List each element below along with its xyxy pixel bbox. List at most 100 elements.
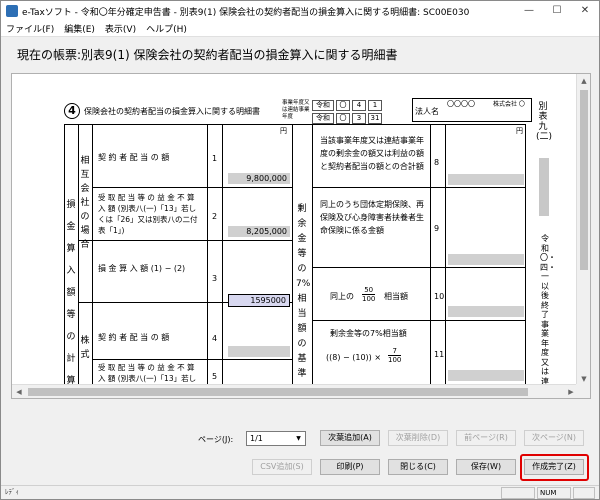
row8-value[interactable]	[448, 174, 524, 185]
print-button[interactable]: 印刷(P)	[320, 459, 380, 475]
mid-label: 剰余金等の7%相当額の基準による益金算入	[296, 204, 311, 394]
divider	[207, 124, 208, 386]
status-panel-1	[501, 487, 535, 499]
corp-name-box[interactable]: 法人名 〇〇〇〇 株式会社 〇	[412, 98, 532, 122]
next-page-button[interactable]: 次ページ(N)	[524, 430, 584, 446]
menu-help[interactable]: ヘルプ(H)	[141, 22, 192, 35]
status-num: NUM	[537, 487, 571, 499]
divider	[312, 187, 526, 188]
current-form-label: 現在の帳票:別表9(1) 保険会社の契約者配当の損金算入に関する明細書	[17, 48, 398, 62]
status-text: ﾚﾃﾞｨ	[5, 488, 19, 496]
row4-value[interactable]	[228, 346, 290, 357]
maximize-icon[interactable]: ☐	[543, 1, 571, 21]
row11-value[interactable]	[448, 370, 524, 381]
row2-label: 受 取 配 当 等 の 益 金 不 算 入 額 (別表八(一)「13」若しくは「…	[98, 193, 198, 235]
vertical-scroll-thumb[interactable]	[580, 90, 588, 270]
divider	[92, 359, 292, 360]
date2-year[interactable]: 〇	[336, 113, 350, 124]
divider	[222, 124, 223, 386]
row9-value[interactable]	[448, 254, 524, 265]
complete-button-highlight	[520, 454, 589, 481]
horizontal-scrollbar[interactable]: ◀ ▶	[12, 384, 578, 398]
save-button[interactable]: 保存(W)	[456, 459, 516, 475]
divider	[78, 240, 292, 241]
divider	[292, 124, 293, 386]
chevron-down-icon[interactable]: ▼	[293, 433, 304, 444]
menu-file[interactable]: ファイル(F)	[1, 22, 59, 35]
divider	[312, 267, 526, 268]
row5-num: 5	[212, 372, 218, 381]
minimize-icon[interactable]: —	[515, 1, 543, 21]
vertical-scrollbar[interactable]: ▲ ▼	[576, 74, 590, 386]
app-icon	[6, 5, 18, 17]
row3-num: 3	[212, 274, 218, 283]
csv-add-button[interactable]: CSV追加(S)	[252, 459, 312, 475]
date1-year[interactable]: 〇	[336, 100, 350, 111]
row3-label: 損 金 算 入 額 (1) − (2)	[98, 264, 186, 273]
corp-name: 〇〇〇〇	[447, 100, 475, 108]
side-grey-bar	[539, 158, 549, 216]
side-label: 別表九(二)	[536, 102, 553, 142]
scroll-up-icon[interactable]: ▲	[577, 74, 590, 88]
form-number: 4	[64, 103, 80, 119]
row10-num: 10	[434, 292, 445, 301]
title-bar: e-Taxソフト - 令和〇年分確定申告書 - 別表9(1) 保険会社の契約者配…	[1, 1, 599, 21]
current-form-header: 現在の帳票:別表9(1) 保険会社の契約者配当の損金算入に関する明細書	[1, 39, 599, 67]
page-label: ページ(J):	[198, 435, 234, 444]
date2-day[interactable]: 31	[368, 113, 382, 124]
close-icon[interactable]: ✕	[571, 1, 599, 21]
left-label-stock: 株式	[80, 336, 90, 360]
status-bar: ﾚﾃﾞｨ NUM	[1, 485, 599, 499]
row11-fraction: 7 100	[388, 347, 402, 364]
scroll-left-icon[interactable]: ◀	[12, 385, 26, 398]
row1-value[interactable]: 9,800,000	[228, 173, 290, 184]
row2-value[interactable]: 8,205,000	[228, 226, 290, 237]
date2-month[interactable]: 3	[352, 113, 366, 124]
divider	[92, 124, 93, 386]
row9-label: 同上のうち団体定期保険、再保険及び心身障害者扶養者生命保険に係る金額	[320, 200, 424, 235]
status-panel-3	[573, 487, 595, 499]
row10-label-after: 相当額	[384, 292, 408, 301]
delete-page-button[interactable]: 次葉削除(D)	[388, 430, 448, 446]
row8-label: 当該事業年度又は連結事業年度の剰余金の額又は利益の額と契約者配当の額との合計額	[320, 136, 424, 171]
left-label-mutual: 相互会社の場合	[80, 156, 90, 250]
app-window: e-Taxソフト - 令和〇年分確定申告書 - 別表9(1) 保険会社の契約者配…	[0, 0, 600, 500]
row3-value-input[interactable]: 1595000	[228, 294, 290, 307]
row1-num: 1	[212, 154, 218, 163]
row10-fraction: 50 100	[362, 286, 376, 303]
divider	[312, 124, 313, 386]
left-label-main: 損金算入額等の計算	[66, 200, 76, 386]
divider	[92, 187, 292, 188]
row11-num: 11	[434, 350, 445, 359]
row9-num: 9	[434, 224, 440, 233]
date1-month[interactable]: 4	[352, 100, 366, 111]
row1-label: 契 約 者 配 当 の 額	[98, 153, 170, 162]
form-document-area[interactable]: 4 保険会社の契約者配当の損金算入に関する明細書 事業年度又は連結事業年度 令和…	[11, 73, 591, 399]
corp-type: 株式会社 〇	[493, 101, 525, 108]
horizontal-scroll-thumb[interactable]	[28, 388, 528, 396]
yen-label-right: 円	[516, 127, 523, 135]
menu-bar: ファイル(F) 編集(E) 表示(V) ヘルプ(H)	[1, 21, 599, 37]
divider	[445, 124, 446, 386]
close-button[interactable]: 閉じる(C)	[388, 459, 448, 475]
divider	[312, 320, 526, 321]
row8-num: 8	[434, 158, 440, 167]
row11-formula: ((8) − (10)) ×	[326, 353, 382, 362]
menu-edit[interactable]: 編集(E)	[59, 22, 100, 35]
date2-era: 令和	[312, 113, 334, 124]
row10-value[interactable]	[448, 306, 524, 317]
scroll-corner	[576, 384, 590, 398]
row11-label: 剰余金等の7%相当額	[330, 329, 407, 338]
prev-page-button[interactable]: 前ページ(R)	[456, 430, 516, 446]
form-sheet: 4 保険会社の契約者配当の損金算入に関する明細書 事業年度又は連結事業年度 令和…	[12, 74, 578, 398]
date1-day[interactable]: 1	[368, 100, 382, 111]
page-select[interactable]: 1/1 ▼	[246, 431, 306, 446]
menu-view[interactable]: 表示(V)	[100, 22, 141, 35]
form-title: 保険会社の契約者配当の損金算入に関する明細書	[84, 107, 260, 116]
add-page-button[interactable]: 次葉追加(A)	[320, 430, 380, 446]
page-select-value: 1/1	[250, 434, 263, 443]
date1-era: 令和	[312, 100, 334, 111]
row11-frac-den: 100	[388, 356, 402, 364]
corp-label: 法人名	[415, 107, 439, 116]
yen-label: 円	[280, 127, 287, 135]
